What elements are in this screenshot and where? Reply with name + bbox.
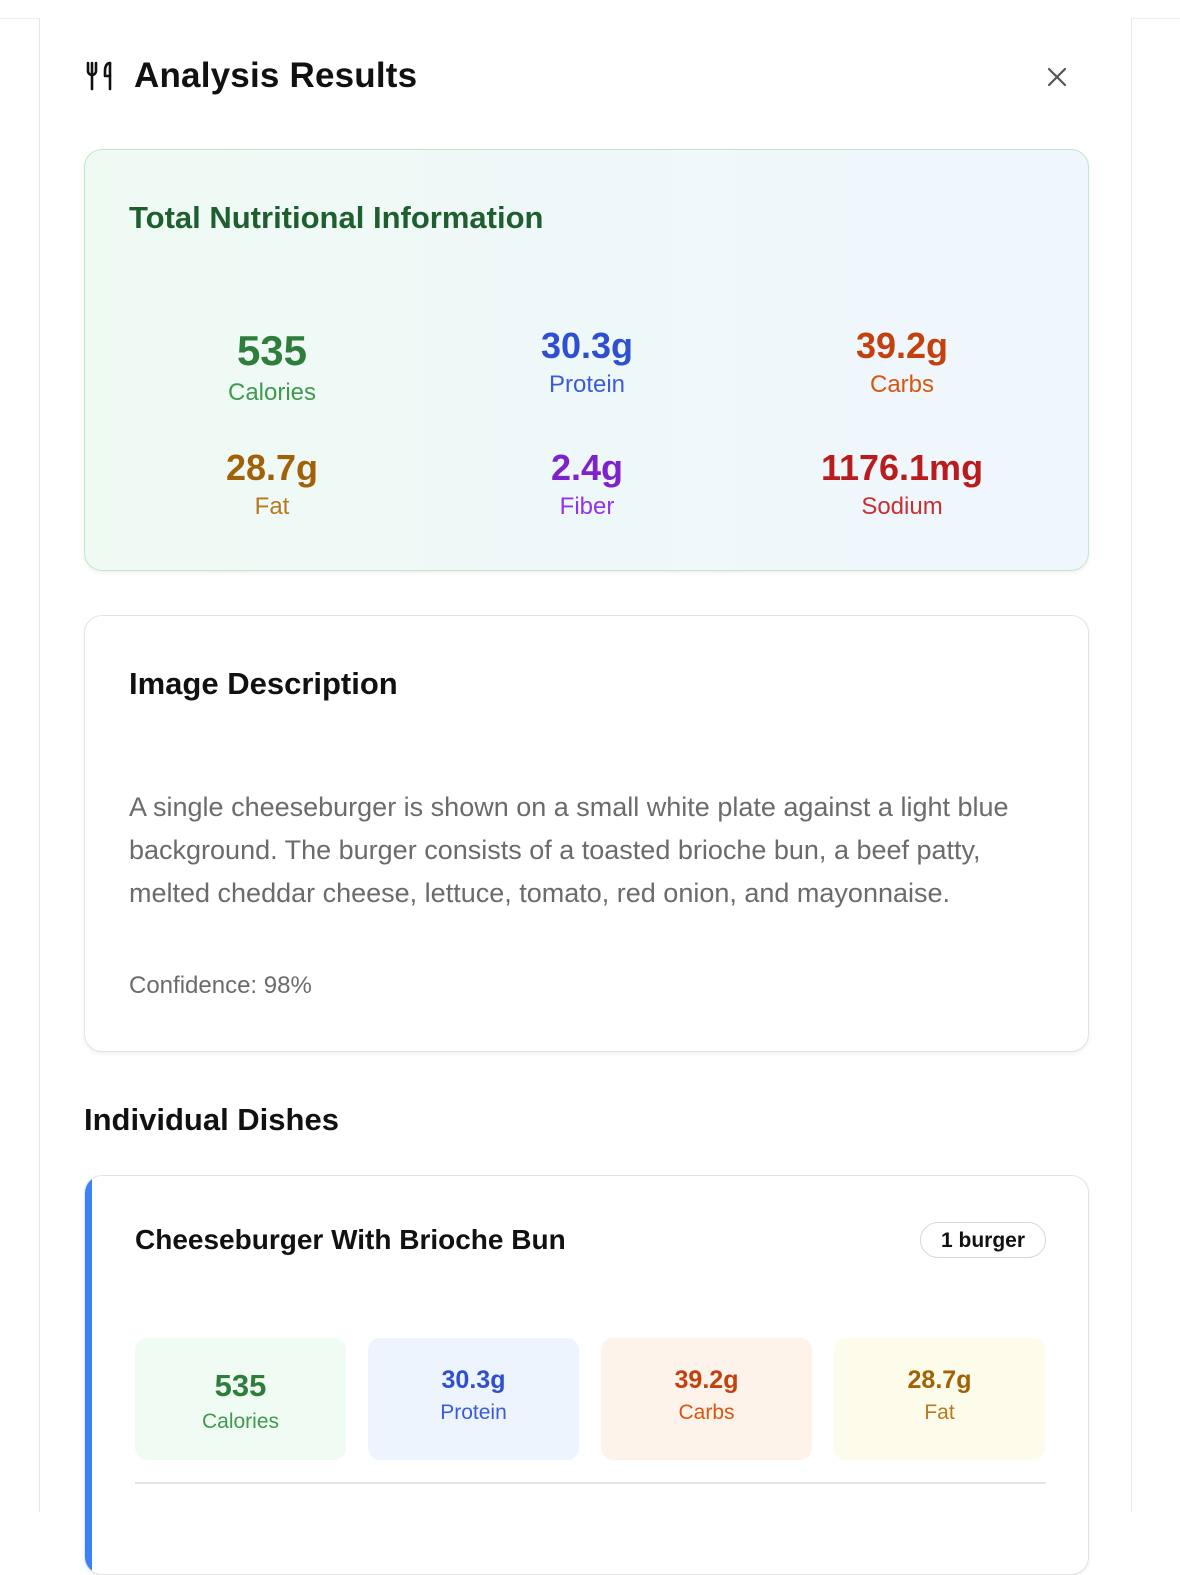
- dish-protein-label: Protein: [440, 1401, 507, 1424]
- total-fat: 28.7g Fat: [122, 448, 422, 522]
- dish-calories-value: 535: [214, 1368, 267, 1403]
- dish-fat-value: 28.7g: [907, 1366, 972, 1394]
- total-calories: 535 Calories: [122, 328, 422, 408]
- total-sodium: 1176.1mg Sodium: [752, 448, 1052, 522]
- portion-badge: 1 burger: [920, 1222, 1046, 1258]
- close-button[interactable]: [1044, 64, 1070, 90]
- dish-name: Cheeseburger With Brioche Bun: [135, 1224, 566, 1255]
- total-fat-value: 28.7g: [225, 447, 319, 488]
- total-fiber: 2.4g Fiber: [437, 448, 737, 522]
- dish-fat-label: Fat: [924, 1401, 955, 1424]
- dish-protein-tile: 30.3g Protein: [368, 1338, 579, 1460]
- total-sodium-value: 1176.1mg: [820, 447, 984, 488]
- dish-fat-tile: 28.7g Fat: [834, 1338, 1045, 1460]
- total-sodium-label: Sodium: [861, 493, 943, 520]
- total-fiber-label: Fiber: [559, 493, 615, 520]
- close-icon[interactable]: [1047, 67, 1067, 87]
- dish-protein-value: 30.3g: [441, 1366, 506, 1394]
- total-calories-label: Calories: [227, 379, 317, 406]
- image-description-text: A single cheeseburger is shown on a smal…: [129, 792, 1009, 908]
- total-nutrition-title: Total Nutritional Information: [129, 200, 544, 235]
- top-bar: [0, 0, 1180, 19]
- dish-calories-tile: 535 Calories: [135, 1338, 346, 1460]
- dish-accent-bar: [85, 1176, 92, 1574]
- image-description-title: Image Description: [129, 666, 398, 701]
- total-nutrition-card: Total Nutritional Information 535 Calori…: [84, 149, 1089, 571]
- total-fat-label: Fat: [254, 493, 290, 520]
- dish-card: Cheeseburger With Brioche Bun 1 burger 5…: [84, 1175, 1089, 1575]
- image-description-card: Image Description A single cheeseburger …: [84, 615, 1089, 1052]
- dish-carbs-tile: 39.2g Carbs: [601, 1338, 812, 1460]
- analysis-results-panel: Analysis Results Total Nutritional Infor…: [39, 18, 1132, 1575]
- dish-carbs-value: 39.2g: [674, 1366, 739, 1394]
- dish-carbs-label: Carbs: [678, 1401, 735, 1424]
- confidence-text: Confidence: 98%: [129, 972, 312, 999]
- total-carbs: 39.2g Carbs: [752, 326, 1052, 400]
- total-protein-value: 30.3g: [540, 325, 634, 366]
- dish-calories-label: Calories: [201, 1410, 280, 1433]
- dish-divider: [135, 1482, 1046, 1484]
- total-protein-label: Protein: [548, 371, 626, 398]
- individual-dishes-title: Individual Dishes: [84, 1102, 339, 1137]
- total-protein: 30.3g Protein: [437, 326, 737, 400]
- utensils-icon: [84, 59, 118, 93]
- total-carbs-value: 39.2g: [855, 325, 949, 366]
- panel-header: Analysis Results: [84, 56, 417, 96]
- total-carbs-label: Carbs: [869, 371, 935, 398]
- total-fiber-value: 2.4g: [550, 447, 624, 488]
- page-title: Analysis Results: [134, 56, 418, 95]
- total-calories-value: 535: [236, 327, 308, 374]
